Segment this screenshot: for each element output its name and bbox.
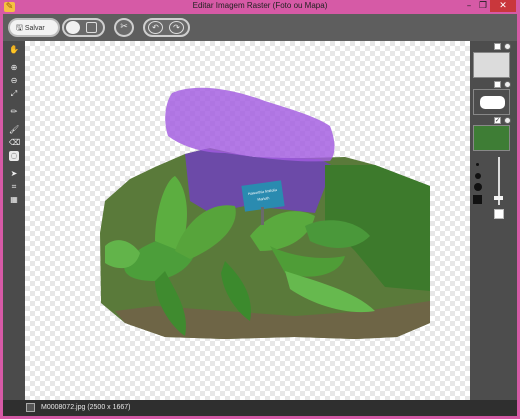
history-group: ↶ ↷ [143, 18, 190, 37]
brush-size-m-icon[interactable] [474, 183, 482, 191]
raster-image: Haworthia limifolia Marloth [100, 87, 430, 339]
layers-panel: ✓ [470, 41, 517, 400]
layer-3-thumbnail[interactable] [473, 125, 510, 151]
floppy-icon: 🖫 [16, 23, 23, 32]
view-mode-group [62, 18, 105, 37]
crop-icon[interactable]: ⌗ [9, 182, 19, 192]
fit-view-icon[interactable]: ⤢ [9, 89, 19, 99]
layer-3-checkbox[interactable]: ✓ [494, 117, 501, 124]
image-icon [26, 403, 35, 412]
maximize-button[interactable]: ❐ [476, 0, 490, 12]
layer-2-checkbox[interactable] [494, 81, 501, 88]
tools-button[interactable]: ✂ [114, 18, 134, 37]
layer-1-thumbnail[interactable] [473, 52, 510, 78]
brush-size-l-icon[interactable] [473, 195, 482, 204]
pan-hand-icon[interactable]: ✋ [9, 45, 19, 55]
save-label: Salvar [24, 25, 45, 32]
sign-post [261, 207, 264, 225]
cursor-icon[interactable]: ➤ [9, 169, 19, 179]
color-swatch[interactable] [494, 209, 504, 219]
eraser-icon[interactable]: ⌫ [9, 138, 20, 148]
brush-size-xs-icon[interactable] [476, 163, 479, 166]
app-window: ✎ Editar Imagem Raster (Foto ou Mapa) – … [0, 0, 520, 419]
selection-mask[interactable] [165, 87, 335, 162]
redo-icon[interactable]: ↷ [169, 21, 184, 34]
window-title: Editar Imagem Raster (Foto ou Mapa) [192, 1, 328, 10]
mask-shape-icon [480, 96, 505, 109]
image-canvas[interactable]: Haworthia limifolia Marloth [25, 41, 470, 400]
tools-icon: ✂ [120, 22, 128, 32]
lasso-select-icon[interactable]: ◌ [9, 151, 19, 161]
layer-2-eye-icon[interactable] [504, 81, 511, 88]
brush-size-s-icon[interactable] [475, 173, 481, 179]
status-bar: M0008072.jpg (2500 x 1667) [3, 400, 517, 416]
image-adjust-icon[interactable]: ▦ [9, 195, 19, 205]
zoom-out-icon[interactable]: ⊖ [9, 76, 19, 86]
view-mode-b-icon[interactable] [86, 22, 97, 33]
tools-sidebar: ✋ ⊕ ⊖ ⤢ ✏ 🖌 ⌫ ◌ ➤ ⌗ ▦ [3, 41, 25, 400]
view-mode-a-icon[interactable] [66, 21, 80, 34]
minimize-button[interactable]: – [462, 0, 476, 12]
brush-icon[interactable]: 🖌 [9, 125, 19, 135]
layer-2-thumbnail[interactable] [473, 89, 510, 115]
close-button[interactable]: ✕ [490, 0, 516, 12]
save-button[interactable]: 🖫 Salvar [8, 18, 60, 37]
undo-icon[interactable]: ↶ [148, 21, 163, 34]
layer-1-eye-icon[interactable] [504, 43, 511, 50]
layer-3-eye-icon[interactable] [504, 117, 511, 124]
file-info: M0008072.jpg (2500 x 1667) [41, 404, 131, 411]
title-bar: ✎ Editar Imagem Raster (Foto ou Mapa) – … [0, 0, 520, 14]
layer-1-checkbox[interactable] [494, 43, 501, 50]
toolbar: 🖫 Salvar ✂ ↶ ↷ [3, 14, 517, 41]
zoom-in-icon[interactable]: ⊕ [9, 63, 19, 73]
pencil-icon[interactable]: ✏ [9, 107, 19, 117]
opacity-slider-handle[interactable] [494, 196, 503, 200]
